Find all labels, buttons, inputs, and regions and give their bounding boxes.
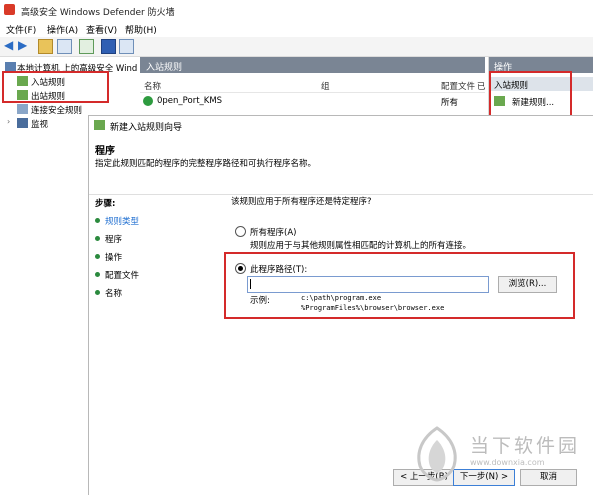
tree-item-label: 连接安全规则 [31,106,83,116]
step-bullet [95,254,100,259]
text-cursor [250,279,251,289]
this-program-radio[interactable] [235,263,246,274]
back-arrow-icon[interactable]: ◀ [4,39,13,52]
firewall-app-icon [4,4,15,15]
all-programs-radio[interactable] [235,226,246,237]
column-enabled[interactable]: 已 [477,80,486,92]
step-bullet [95,236,100,241]
export-list-icon[interactable] [79,39,94,54]
window-title: 高级安全 Windows Defender 防火墙 [21,8,175,18]
expand-chevron-icon[interactable]: › [7,117,10,126]
column-name[interactable]: 名称 [144,80,161,92]
column-group[interactable]: 组 [321,80,330,92]
title-bar: 高级安全 Windows Defender 防火墙 [0,0,593,20]
monitoring-icon [17,118,28,128]
list-pane-header: 入站规则 [140,57,485,73]
list-pane-title: 入站规则 [146,63,183,73]
tree-highlight-box [2,71,109,103]
step-bullet [95,218,100,223]
forward-arrow-icon[interactable]: ▶ [18,39,27,52]
wizard-heading: 程序 [95,146,115,157]
step-profile[interactable]: 配置文件 [105,269,139,281]
rule-profile: 所有 [441,98,459,108]
tree-item-label: 监视 [31,120,49,130]
program-path-input[interactable] [247,276,489,293]
menu-bar: 文件(F) 操作(A) 查看(V) 帮助(H) [0,20,593,36]
step-name[interactable]: 名称 [105,287,122,299]
enabled-check-icon [143,96,153,106]
step-action[interactable]: 操作 [105,251,122,263]
tree-item-connection-security[interactable]: 连接安全规则 [0,102,120,116]
table-row[interactable]: 0pen_Port_KMS 所有 [140,94,485,108]
wizard-title-bar: 新建入站规则向导 [89,116,593,134]
step-rule-type[interactable]: 规则类型 [105,215,139,227]
wizard-header: 程序 指定此规则匹配的程序的完整程序路径和可执行程序名称。 [89,134,593,195]
wizard-title: 新建入站规则向导 [110,123,183,133]
toolbar: ◀ ▶ [0,37,593,57]
cancel-button[interactable]: 取消 [520,469,577,486]
show-hide-tree-icon[interactable] [57,39,72,54]
folder-up-icon[interactable] [38,39,53,54]
watermark-brand: 当下软件园 [470,435,581,457]
example-label: 示例: [250,296,270,306]
help-icon[interactable] [101,39,116,54]
wizard-steps: 步骤: 规则类型 程序 操作 配置文件 名称 [89,195,209,495]
watermark-url: www.downxia.com [470,458,545,467]
all-programs-description: 规则应用于与其他规则属性相匹配的计算机上的所有连接。 [250,241,472,251]
step-bullet [95,272,100,277]
steps-label: 步骤: [95,199,116,209]
menu-file[interactable]: 文件(F) [6,23,36,36]
next-button[interactable]: 下一步(N) > [453,469,515,486]
watermark-logo-icon [417,426,457,482]
connection-security-icon [17,104,28,114]
menu-help[interactable]: 帮助(H) [125,23,157,36]
wizard-description: 指定此规则匹配的程序的完整程序路径和可执行程序名称。 [95,159,317,169]
step-bullet [95,290,100,295]
example-path-1: c:\path\program.exe [301,294,382,302]
this-program-label[interactable]: 此程序路径(T): [250,263,307,275]
program-question: 该规则应用于所有程序还是特定程序? [231,197,372,207]
all-programs-label[interactable]: 所有程序(A) [250,226,296,238]
menu-view[interactable]: 查看(V) [86,23,117,36]
step-program[interactable]: 程序 [105,233,122,245]
action-pane-icon[interactable] [119,39,134,54]
rule-name: 0pen_Port_KMS [157,96,223,106]
example-path-2: %ProgramFiles%\browser\browser.exe [301,304,445,312]
wizard-icon [94,120,105,130]
column-profile[interactable]: 配置文件 [441,80,475,92]
list-column-headers: 名称 组 配置文件 已 [140,78,486,93]
menu-action[interactable]: 操作(A) [47,23,78,36]
browse-button[interactable]: 浏览(R)... [498,276,557,293]
